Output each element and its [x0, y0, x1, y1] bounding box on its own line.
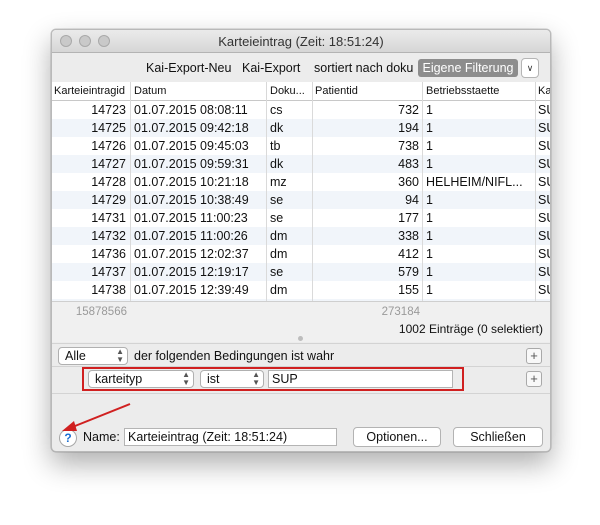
annotation-arrow	[62, 403, 131, 431]
